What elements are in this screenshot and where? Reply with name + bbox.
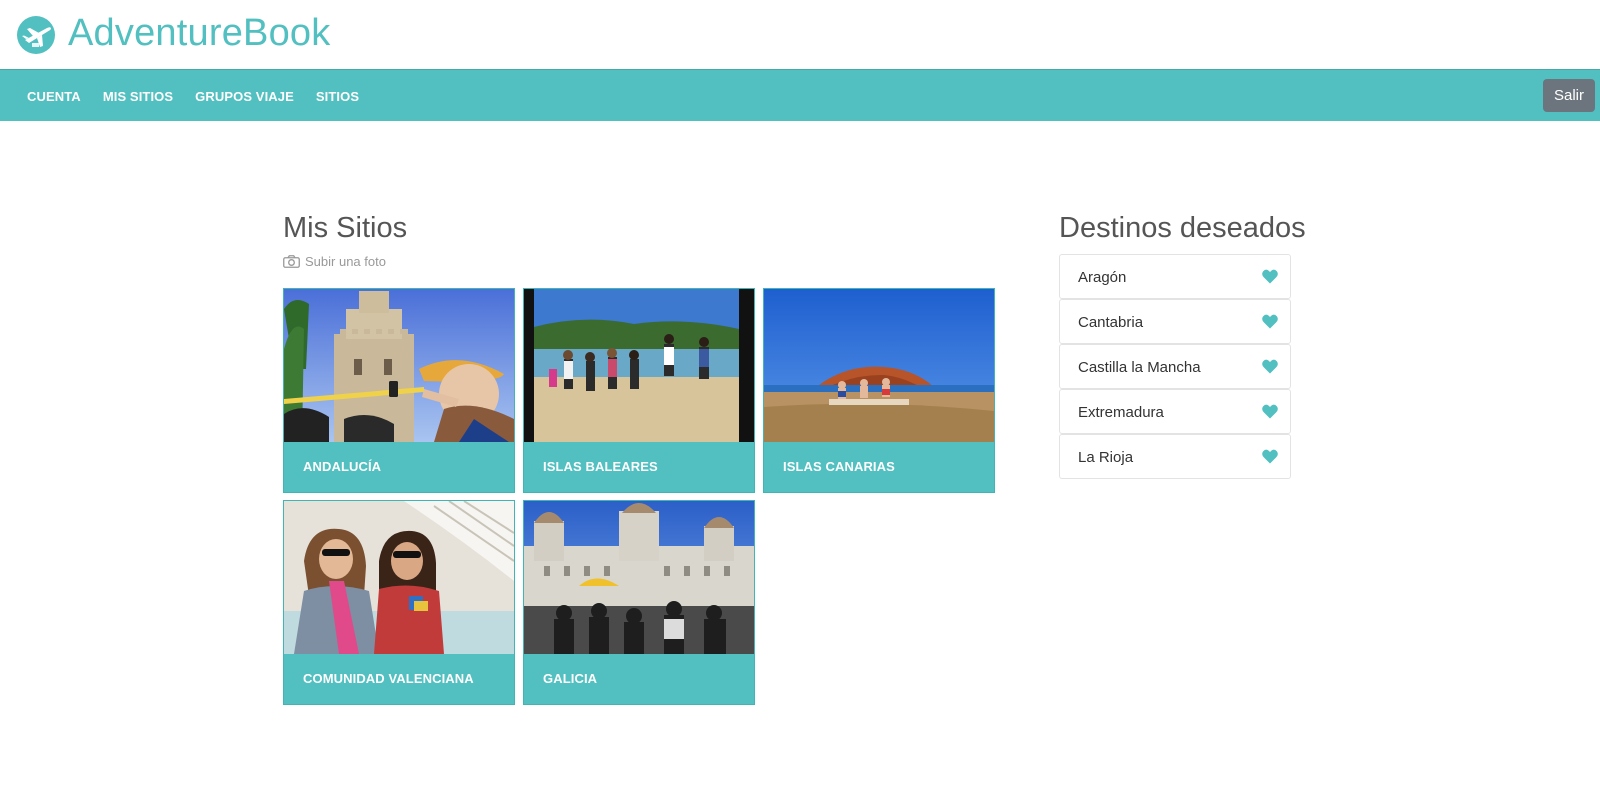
- nav-item-cuenta[interactable]: CUENTA: [27, 89, 81, 104]
- wishlist-item-label: Cantabria: [1078, 314, 1144, 331]
- place-card-label: ISLAS CANARIAS: [783, 459, 895, 474]
- place-card-label: GALICIA: [543, 671, 598, 686]
- nav-item-sitios[interactable]: SITIOS: [316, 89, 359, 104]
- photo-torre-del-oro: [284, 289, 514, 442]
- wishlist-item-label: Aragón: [1078, 269, 1127, 286]
- heart-icon[interactable]: [1262, 449, 1278, 464]
- upload-photo-label: Subir una foto: [305, 254, 386, 269]
- heart-icon[interactable]: [1262, 314, 1278, 329]
- heart-icon[interactable]: [1262, 269, 1278, 284]
- wishlist-item[interactable]: Castilla la Mancha: [1059, 344, 1291, 389]
- brand-bar: AdventureBook: [0, 0, 1600, 69]
- photo-two-women-selfie: [284, 501, 514, 654]
- wishlist-item-label: La Rioja: [1078, 449, 1134, 466]
- photo-city-square: [524, 501, 754, 654]
- heart-icon[interactable]: [1262, 404, 1278, 419]
- wishlist-item-label: Extremadura: [1078, 404, 1164, 421]
- upload-photo-link[interactable]: Subir una foto: [283, 254, 386, 269]
- my-places-title: Mis Sitios: [283, 212, 408, 244]
- wishlist-title: Destinos deseados: [1059, 212, 1306, 244]
- place-card-label: ANDALUCÍA: [303, 459, 382, 474]
- photo-group-beach-jump: [524, 289, 754, 442]
- place-card-label: ISLAS BALEARES: [543, 459, 658, 474]
- plane-icon[interactable]: [17, 16, 55, 54]
- logout-button[interactable]: Salir: [1543, 79, 1595, 112]
- wishlist-item-label: Castilla la Mancha: [1078, 359, 1201, 376]
- nav-item-mis-sitios[interactable]: MIS SITIOS: [103, 89, 173, 104]
- wishlist-item[interactable]: Cantabria: [1059, 299, 1291, 344]
- wishlist-item[interactable]: Extremadura: [1059, 389, 1291, 434]
- wishlist-item[interactable]: La Rioja: [1059, 434, 1291, 479]
- wishlist: Aragón Cantabria Castilla la Mancha Extr…: [1059, 254, 1291, 479]
- place-card-islas-baleares[interactable]: ISLAS BALEARES: [523, 288, 755, 493]
- place-card-label: COMUNIDAD VALENCIANA: [303, 671, 474, 686]
- place-card-galicia[interactable]: GALICIA: [523, 500, 755, 705]
- top-navbar: CUENTA MIS SITIOS GRUPOS VIAJE SITIOS Sa…: [0, 69, 1600, 121]
- brand-title[interactable]: AdventureBook: [68, 12, 330, 55]
- nav-menu: CUENTA MIS SITIOS GRUPOS VIAJE SITIOS: [27, 70, 381, 122]
- heart-icon[interactable]: [1262, 359, 1278, 374]
- camera-icon: [283, 255, 300, 268]
- place-card-islas-canarias[interactable]: ISLAS CANARIAS: [763, 288, 995, 493]
- wishlist-item[interactable]: Aragón: [1059, 254, 1291, 299]
- place-card-andalucia[interactable]: ANDALUCÍA: [283, 288, 515, 493]
- photo-beach-red-mountain: [764, 289, 994, 442]
- nav-item-grupos-viaje[interactable]: GRUPOS VIAJE: [195, 89, 294, 104]
- place-card-comunidad-valenciana[interactable]: COMUNIDAD VALENCIANA: [283, 500, 515, 705]
